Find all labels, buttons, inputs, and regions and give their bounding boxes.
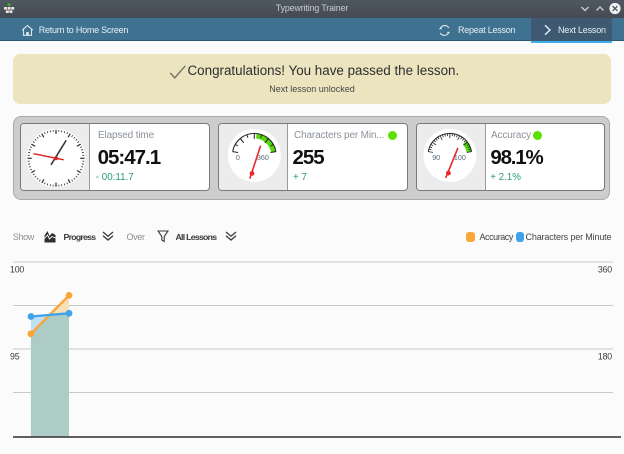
svg-text:360: 360 bbox=[598, 265, 612, 275]
svg-text:180: 180 bbox=[598, 352, 612, 362]
svg-text:95: 95 bbox=[10, 352, 20, 362]
svg-text:100: 100 bbox=[10, 265, 24, 275]
